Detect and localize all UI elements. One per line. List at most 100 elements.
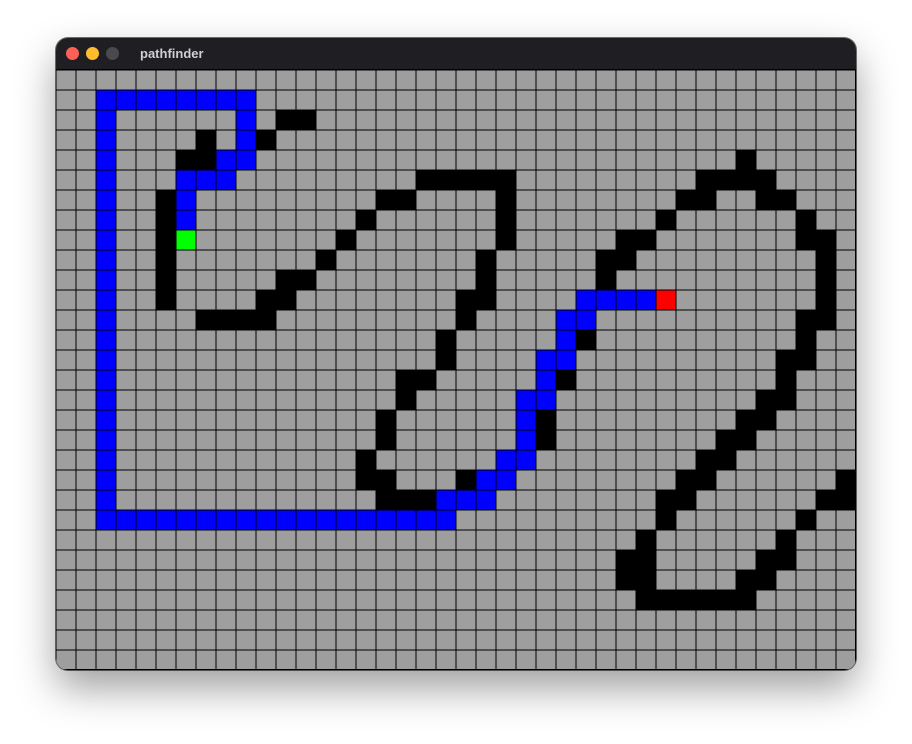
- wall-cell[interactable]: [816, 490, 836, 510]
- path-cell[interactable]: [556, 310, 576, 330]
- wall-cell[interactable]: [476, 270, 496, 290]
- path-cell[interactable]: [516, 450, 536, 470]
- wall-cell[interactable]: [236, 310, 256, 330]
- path-cell[interactable]: [236, 150, 256, 170]
- path-cell[interactable]: [96, 110, 116, 130]
- close-button[interactable]: [66, 47, 79, 60]
- wall-cell[interactable]: [416, 170, 436, 190]
- path-cell[interactable]: [516, 410, 536, 430]
- path-cell[interactable]: [576, 310, 596, 330]
- wall-cell[interactable]: [736, 170, 756, 190]
- wall-cell[interactable]: [376, 190, 396, 210]
- wall-cell[interactable]: [276, 270, 296, 290]
- path-cell[interactable]: [96, 450, 116, 470]
- wall-cell[interactable]: [696, 590, 716, 610]
- path-cell[interactable]: [596, 290, 616, 310]
- path-cell[interactable]: [316, 510, 336, 530]
- path-cell[interactable]: [456, 490, 476, 510]
- path-cell[interactable]: [176, 510, 196, 530]
- wall-cell[interactable]: [696, 450, 716, 470]
- wall-cell[interactable]: [836, 470, 856, 490]
- wall-cell[interactable]: [256, 290, 276, 310]
- wall-cell[interactable]: [176, 150, 196, 170]
- path-cell[interactable]: [116, 510, 136, 530]
- path-cell[interactable]: [136, 510, 156, 530]
- wall-cell[interactable]: [196, 130, 216, 150]
- path-cell[interactable]: [636, 290, 656, 310]
- wall-cell[interactable]: [736, 430, 756, 450]
- wall-cell[interactable]: [596, 270, 616, 290]
- wall-cell[interactable]: [156, 270, 176, 290]
- wall-cell[interactable]: [676, 470, 696, 490]
- path-cell[interactable]: [216, 510, 236, 530]
- wall-cell[interactable]: [736, 570, 756, 590]
- path-cell[interactable]: [96, 150, 116, 170]
- wall-cell[interactable]: [276, 110, 296, 130]
- wall-cell[interactable]: [296, 110, 316, 130]
- path-cell[interactable]: [96, 510, 116, 530]
- path-cell[interactable]: [96, 250, 116, 270]
- wall-cell[interactable]: [436, 330, 456, 350]
- wall-cell[interactable]: [396, 390, 416, 410]
- wall-cell[interactable]: [156, 230, 176, 250]
- wall-cell[interactable]: [156, 210, 176, 230]
- wall-cell[interactable]: [796, 330, 816, 350]
- path-cell[interactable]: [496, 470, 516, 490]
- wall-cell[interactable]: [836, 490, 856, 510]
- wall-cell[interactable]: [376, 490, 396, 510]
- path-cell[interactable]: [176, 170, 196, 190]
- path-cell[interactable]: [236, 510, 256, 530]
- wall-cell[interactable]: [676, 590, 696, 610]
- pathfinding-grid[interactable]: [56, 70, 856, 670]
- wall-cell[interactable]: [796, 310, 816, 330]
- wall-cell[interactable]: [736, 150, 756, 170]
- start-cell[interactable]: [176, 230, 196, 250]
- wall-cell[interactable]: [776, 550, 796, 570]
- path-cell[interactable]: [236, 110, 256, 130]
- wall-cell[interactable]: [476, 250, 496, 270]
- path-cell[interactable]: [216, 90, 236, 110]
- path-cell[interactable]: [96, 170, 116, 190]
- path-cell[interactable]: [96, 290, 116, 310]
- wall-cell[interactable]: [636, 230, 656, 250]
- path-cell[interactable]: [156, 90, 176, 110]
- wall-cell[interactable]: [616, 570, 636, 590]
- path-cell[interactable]: [236, 90, 256, 110]
- wall-cell[interactable]: [736, 590, 756, 610]
- wall-cell[interactable]: [356, 210, 376, 230]
- path-cell[interactable]: [336, 510, 356, 530]
- path-cell[interactable]: [576, 290, 596, 310]
- wall-cell[interactable]: [596, 250, 616, 270]
- path-cell[interactable]: [156, 510, 176, 530]
- minimize-button[interactable]: [86, 47, 99, 60]
- title-bar[interactable]: pathfinder: [56, 38, 856, 70]
- wall-cell[interactable]: [376, 410, 396, 430]
- wall-cell[interactable]: [496, 190, 516, 210]
- wall-cell[interactable]: [656, 590, 676, 610]
- path-cell[interactable]: [516, 430, 536, 450]
- path-cell[interactable]: [96, 230, 116, 250]
- wall-cell[interactable]: [816, 250, 836, 270]
- wall-cell[interactable]: [636, 530, 656, 550]
- wall-cell[interactable]: [256, 310, 276, 330]
- wall-cell[interactable]: [476, 170, 496, 190]
- wall-cell[interactable]: [496, 210, 516, 230]
- wall-cell[interactable]: [796, 210, 816, 230]
- end-cell[interactable]: [656, 290, 676, 310]
- path-cell[interactable]: [216, 170, 236, 190]
- wall-cell[interactable]: [736, 410, 756, 430]
- wall-cell[interactable]: [496, 230, 516, 250]
- wall-cell[interactable]: [756, 410, 776, 430]
- wall-cell[interactable]: [156, 190, 176, 210]
- path-cell[interactable]: [516, 390, 536, 410]
- path-cell[interactable]: [96, 330, 116, 350]
- wall-cell[interactable]: [656, 210, 676, 230]
- wall-cell[interactable]: [456, 470, 476, 490]
- wall-cell[interactable]: [456, 290, 476, 310]
- wall-cell[interactable]: [196, 150, 216, 170]
- wall-cell[interactable]: [756, 190, 776, 210]
- path-cell[interactable]: [96, 410, 116, 430]
- wall-cell[interactable]: [436, 350, 456, 370]
- wall-cell[interactable]: [156, 290, 176, 310]
- wall-cell[interactable]: [256, 130, 276, 150]
